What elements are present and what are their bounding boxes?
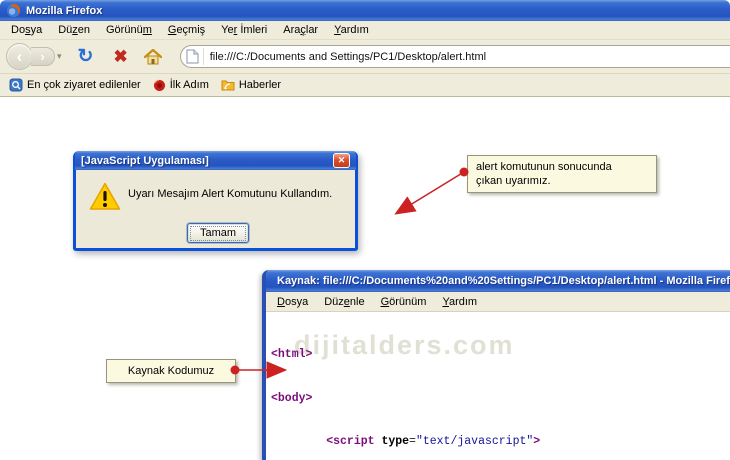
main-window-title: Mozilla Firefox bbox=[26, 5, 102, 17]
menu-gorunum[interactable]: Görünüm bbox=[374, 294, 434, 310]
alert-dialog-body: Uyarı Mesajım Alert Komutunu Kullandım. … bbox=[76, 170, 355, 248]
code-line: <script type="text/javascript"> bbox=[271, 435, 730, 450]
alert-message: Uyarı Mesajım Alert Komutunu Kullandım. bbox=[128, 188, 332, 200]
back-forward-group: ‹ › bbox=[6, 43, 55, 70]
close-button[interactable]: ✕ bbox=[333, 153, 350, 168]
reload-button[interactable]: ↻ bbox=[78, 47, 94, 66]
menu-gecmis[interactable]: Geçmiş bbox=[161, 22, 212, 38]
page-favicon bbox=[186, 48, 204, 65]
stop-button[interactable]: ✖ bbox=[113, 48, 127, 65]
bookmark-most-visited[interactable]: En çok ziyaret edilenler bbox=[6, 77, 144, 93]
menu-yer-imleri[interactable]: Yer İmleri bbox=[214, 22, 274, 38]
source-window-title: Kaynak: file:///C:/Documents%20and%20Set… bbox=[277, 275, 730, 287]
menu-yardim[interactable]: Yardım bbox=[435, 294, 484, 310]
forward-icon: › bbox=[40, 49, 44, 64]
stop-icon: ✖ bbox=[113, 47, 127, 66]
screenshot-stage: Mozilla Firefox Dosya Düzen Görünüm Geçm… bbox=[0, 0, 730, 460]
address-url: file:///C:/Documents and Settings/PC1/De… bbox=[204, 51, 486, 63]
alert-dialog-title: [JavaScript Uygulaması] bbox=[81, 155, 209, 167]
bookmark-label: Haberler bbox=[239, 79, 281, 91]
reload-icon: ↻ bbox=[78, 46, 94, 67]
bookmark-ilk-adim[interactable]: İlk Adım bbox=[150, 78, 212, 93]
firefox-icon bbox=[6, 3, 21, 18]
forward-button[interactable]: › bbox=[31, 47, 55, 66]
menu-duzenle[interactable]: Düzenle bbox=[317, 294, 371, 310]
most-visited-icon bbox=[9, 78, 23, 92]
javascript-alert-dialog: [JavaScript Uygulaması] ✕ Uyarı Mesajım … bbox=[73, 151, 358, 251]
note-text: Kaynak Kodumuz bbox=[128, 365, 214, 377]
source-code: <html> <body> <script type="text/javascr… bbox=[271, 319, 730, 460]
menu-gorunum[interactable]: Görünüm bbox=[99, 22, 159, 38]
alert-annotation-note: alert komutunun sonucunda çıkan uyarımız… bbox=[467, 155, 657, 193]
main-navbar: ‹ › ▾ ↻ ✖ file:///C:/Documents and Setti… bbox=[0, 40, 730, 74]
blank-page-icon bbox=[186, 49, 199, 64]
home-icon bbox=[144, 49, 162, 65]
menu-dosya[interactable]: Dosya bbox=[4, 22, 49, 38]
history-dropdown-icon[interactable]: ▾ bbox=[57, 51, 62, 62]
bookmark-label: En çok ziyaret edilenler bbox=[27, 79, 141, 91]
back-icon: ‹ bbox=[17, 47, 23, 67]
home-button[interactable] bbox=[144, 49, 162, 65]
menu-duzen[interactable]: Düzen bbox=[51, 22, 97, 38]
warning-icon bbox=[89, 182, 121, 211]
source-menubar: Dosya Düzenle Görünüm Yardım bbox=[266, 292, 730, 312]
back-button[interactable]: ‹ bbox=[6, 43, 33, 70]
ok-button[interactable]: Tamam bbox=[187, 223, 249, 243]
main-menubar: Dosya Düzen Görünüm Geçmiş Yer İmleri Ar… bbox=[0, 21, 730, 40]
code-line: <html> bbox=[271, 348, 730, 363]
source-code-view[interactable]: dijitalders.com <html> <body> <script ty… bbox=[266, 312, 730, 460]
menu-araclar[interactable]: Araçlar bbox=[276, 22, 325, 38]
close-icon: ✕ bbox=[338, 155, 346, 166]
bookmarks-toolbar: En çok ziyaret edilenler İlk Adım Haberl… bbox=[0, 74, 730, 97]
bookmark-label: İlk Adım bbox=[170, 79, 209, 91]
getting-started-icon bbox=[153, 79, 166, 92]
address-bar[interactable]: file:///C:/Documents and Settings/PC1/De… bbox=[180, 45, 730, 68]
view-source-window: Kaynak: file:///C:/Documents%20and%20Set… bbox=[262, 270, 730, 460]
note-line: alert komutunun sonucunda bbox=[476, 160, 648, 174]
menu-yardim[interactable]: Yardım bbox=[327, 22, 376, 38]
code-line: <body> bbox=[271, 392, 730, 407]
note-line: çıkan uyarımız. bbox=[476, 174, 648, 188]
source-window-titlebar: Kaynak: file:///C:/Documents%20and%20Set… bbox=[266, 270, 730, 292]
ok-button-label: Tamam bbox=[190, 226, 246, 241]
source-annotation-note: Kaynak Kodumuz bbox=[106, 359, 236, 383]
alert-dialog-titlebar: [JavaScript Uygulaması] ✕ bbox=[75, 151, 356, 170]
rss-feed-icon bbox=[221, 79, 235, 91]
bookmark-haberler[interactable]: Haberler bbox=[218, 78, 284, 92]
main-window-titlebar: Mozilla Firefox bbox=[0, 0, 730, 21]
menu-dosya[interactable]: Dosya bbox=[270, 294, 315, 310]
